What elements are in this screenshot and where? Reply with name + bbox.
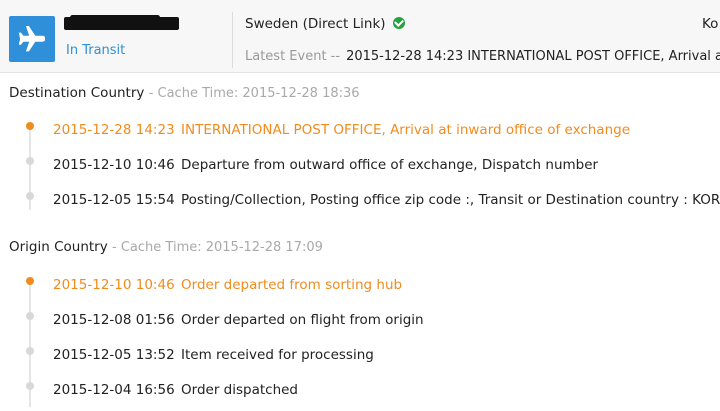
destination-title: Destination Country [9,85,145,101]
airplane-icon [18,26,45,52]
event-description: Posting/Collection, Posting office zip c… [181,192,720,208]
event-time: 2015-12-10 10:46 [53,277,175,293]
event-time: 2015-12-28 14:23 [53,122,175,138]
origin-title: Origin Country [9,239,108,255]
latest-event-label: Latest Event -- [245,49,341,64]
origin-cache-time: - Cache Time: 2015-12-28 17:09 [112,240,323,255]
redacted-tracking-number [64,15,179,30]
event-time: 2015-12-08 01:56 [53,312,175,328]
secondary-carrier-label[interactable]: Ko [702,16,718,32]
event-description: Departure from outward office of exchang… [181,157,599,173]
tracking-header: In Transit Sweden (Direct Link) Ko Lates… [0,0,720,73]
event-description: Item received for processing [181,347,374,363]
timeline-dot [26,382,34,390]
timeline-dot [26,192,34,200]
status-icon-box [9,16,55,62]
timeline-dot [26,347,34,355]
carrier-name[interactable]: Sweden (Direct Link) [245,16,405,32]
event-description: Order departed from sorting hub [181,277,403,293]
timeline-dot [26,122,34,130]
event-description: Order departed on flight from origin [181,312,424,328]
event-time: 2015-12-05 13:52 [53,347,175,363]
origin-section-title: Origin Country - Cache Time: 2015-12-28 … [9,239,323,255]
event-time: 2015-12-04 16:56 [53,382,175,398]
event-description: INTERNATIONAL POST OFFICE, Arrival at in… [181,122,631,138]
timeline-dot [26,277,34,285]
timeline-dot [26,312,34,320]
event-time: 2015-12-10 10:46 [53,157,175,173]
timeline-dot [26,157,34,165]
latest-event: Latest Event -- 2015-12-28 14:23 INTERNAT… [245,49,720,64]
event-time: 2015-12-05 15:54 [53,192,175,208]
status-label: In Transit [66,43,126,58]
carrier-label[interactable]: Sweden (Direct Link) [245,16,386,32]
destination-section-title: Destination Country - Cache Time: 2015-1… [9,85,360,101]
latest-event-value: 2015-12-28 14:23 INTERNATIONAL POST OFFI… [346,49,720,64]
event-description: Order dispatched [181,382,298,398]
header-divider [232,12,233,68]
check-circle-icon [392,17,405,29]
destination-cache-time: - Cache Time: 2015-12-28 18:36 [148,86,360,101]
